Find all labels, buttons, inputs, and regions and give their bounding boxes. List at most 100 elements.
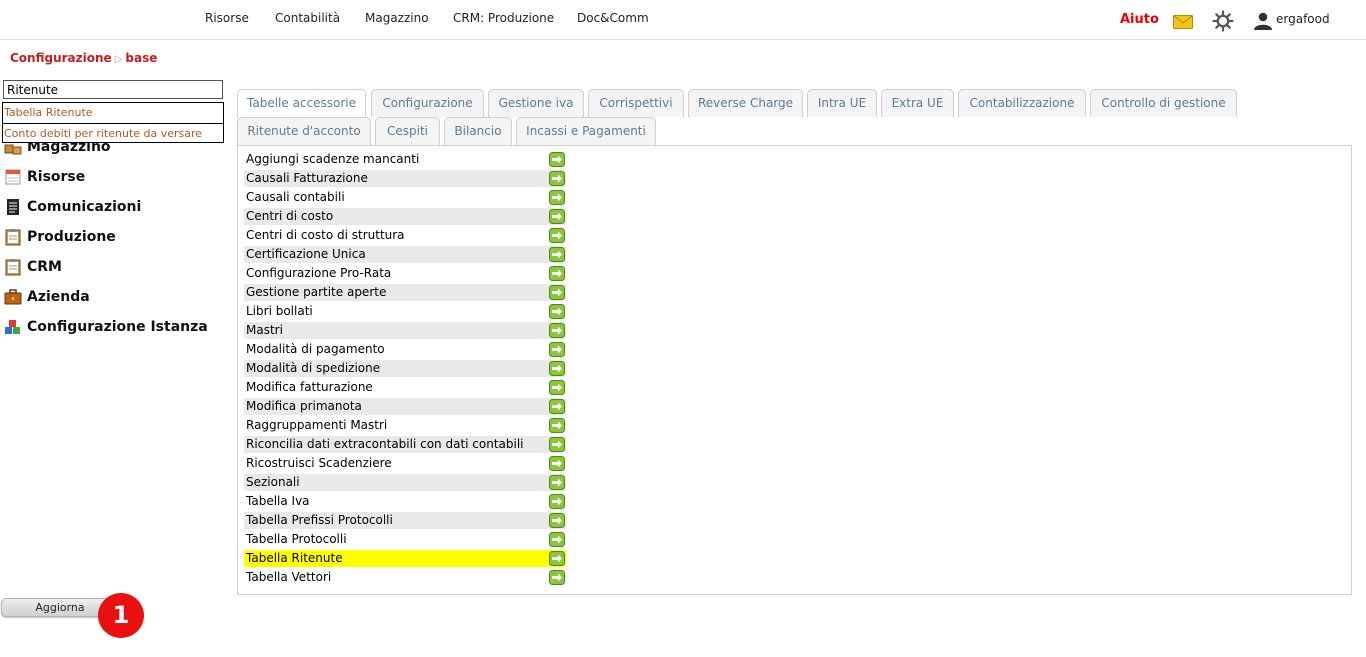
sidebar-item-configurazione-istanza[interactable]: Configurazione Istanza [4,316,208,338]
go-arrow-icon[interactable] [549,323,565,338]
nav-crm-produzione[interactable]: CRM: Produzione [453,11,554,25]
row-label[interactable]: Centri di costo [246,209,333,223]
go-arrow-icon[interactable] [549,475,565,490]
row-label[interactable]: Tabella Ritenute [246,551,343,565]
sidebar-item-label: Configurazione Istanza [27,319,208,335]
table-row: Modalità di spedizione [244,360,566,377]
tab-corrispettivi[interactable]: Corrispettivi [588,89,684,117]
breadcrumb-separator: ▷ [114,54,123,65]
table-row: Modifica primanota [244,398,566,415]
table-row-highlighted: Tabella Ritenute [244,550,566,567]
clipboard-icon [5,259,21,276]
nav-magazzino[interactable]: Magazzino [365,11,429,25]
tab-configurazione[interactable]: Configurazione [371,89,484,117]
table-row: Tabella Iva [244,493,566,510]
go-arrow-icon[interactable] [549,190,565,205]
row-label[interactable]: Certificazione Unica [246,247,366,261]
go-arrow-icon[interactable] [549,399,565,414]
table-row: Modalità di pagamento [244,341,566,358]
tab-bilancio[interactable]: Bilancio [444,117,512,145]
go-arrow-icon[interactable] [549,228,565,243]
go-arrow-icon[interactable] [549,570,565,585]
row-label[interactable]: Mastri [246,323,283,337]
go-arrow-icon[interactable] [549,532,565,547]
mail-icon[interactable] [1173,15,1193,29]
table-row: Causali contabili [244,189,566,206]
document-icon [7,199,19,215]
go-arrow-icon[interactable] [549,209,565,224]
row-label[interactable]: Modalità di spedizione [246,361,380,375]
tab-extra-ue[interactable]: Extra UE [881,89,954,117]
go-arrow-icon[interactable] [549,513,565,528]
row-label[interactable]: Causali Fatturazione [246,171,368,185]
breadcrumb-base[interactable]: base [125,51,157,65]
table-row: Gestione partite aperte [244,284,566,301]
sidebar-item-crm[interactable]: CRM [4,256,62,278]
row-label[interactable]: Riconcilia dati extracontabili con dati … [246,437,524,451]
help-link[interactable]: Aiuto [1120,12,1159,27]
row-label[interactable]: Configurazione Pro-Rata [246,266,391,280]
go-arrow-icon[interactable] [549,494,565,509]
row-label[interactable]: Centri di costo di struttura [246,228,405,242]
tab-tabelle-accessorie[interactable]: Tabelle accessorie [237,89,366,118]
go-arrow-icon[interactable] [549,152,565,167]
tab-reverse-charge[interactable]: Reverse Charge [688,89,803,117]
sidebar-item-label: Comunicazioni [27,199,142,215]
row-label[interactable]: Tabella Protocolli [246,532,347,546]
sidebar-item-comunicazioni[interactable]: Comunicazioni [4,196,141,218]
go-arrow-icon[interactable] [549,342,565,357]
go-arrow-icon[interactable] [549,551,565,566]
nav-doc-comm[interactable]: Doc&Comm [577,11,649,25]
row-label[interactable]: Modalità di pagamento [246,342,385,356]
table-row: Certificazione Unica [244,246,566,263]
tab-gestione-iva[interactable]: Gestione iva [488,89,584,117]
sidebar-item-label: Azienda [27,289,90,305]
table-row: Sezionali [244,474,566,491]
search-input[interactable] [3,80,223,99]
table-row: Raggruppamenti Mastri [244,417,566,434]
row-label[interactable]: Libri bollati [246,304,313,318]
gear-icon[interactable] [1212,10,1234,32]
row-label[interactable]: Tabella Prefissi Protocolli [246,513,393,527]
row-label[interactable]: Ricostruisci Scadenziere [246,456,392,470]
tab-intra-ue[interactable]: Intra UE [807,89,877,117]
table-row: Mastri [244,322,566,339]
row-label[interactable]: Causali contabili [246,190,345,204]
nav-contabilita[interactable]: Contabilità [275,11,340,25]
table-row: Causali Fatturazione [244,170,566,187]
row-label[interactable]: Tabella Vettori [246,570,331,584]
sidebar-item-azienda[interactable]: Azienda [4,286,90,308]
row-label[interactable]: Raggruppamenti Mastri [246,418,387,432]
user-icon [1254,12,1272,30]
tab-controllo-di-gestione[interactable]: Controllo di gestione [1090,89,1237,117]
go-arrow-icon[interactable] [549,304,565,319]
go-arrow-icon[interactable] [549,171,565,186]
go-arrow-icon[interactable] [549,456,565,471]
row-label[interactable]: Tabella Iva [246,494,310,508]
row-label[interactable]: Gestione partite aperte [246,285,386,299]
breadcrumb-configurazione[interactable]: Configurazione [10,51,112,65]
sidebar-item-produzione[interactable]: Produzione [4,226,116,248]
blocks-icon [5,320,20,334]
go-arrow-icon[interactable] [549,285,565,300]
row-label[interactable]: Modifica fatturazione [246,380,373,394]
go-arrow-icon[interactable] [549,418,565,433]
tab-ritenute-d-acconto[interactable]: Ritenute d'acconto [237,117,371,145]
suggestion-item[interactable]: Conto debiti per ritenute da versare [3,123,223,143]
suggestion-item[interactable]: Tabella Ritenute [3,103,223,123]
go-arrow-icon[interactable] [549,247,565,262]
go-arrow-icon[interactable] [549,361,565,376]
go-arrow-icon[interactable] [549,437,565,452]
tab-incassi-e-pagamenti[interactable]: Incassi e Pagamenti [516,117,656,145]
nav-risorse[interactable]: Risorse [205,11,249,25]
row-label[interactable]: Modifica primanota [246,399,362,413]
row-label[interactable]: Aggiungi scadenze mancanti [246,152,419,166]
sidebar-item-risorse[interactable]: Risorse [4,166,85,188]
row-label[interactable]: Sezionali [246,475,300,489]
go-arrow-icon[interactable] [549,380,565,395]
tab-contabilizzazione[interactable]: Contabilizzazione [958,89,1086,117]
user-name[interactable]: ergafood [1276,12,1330,26]
tab-cespiti[interactable]: Cespiti [375,117,440,145]
go-arrow-icon[interactable] [549,266,565,281]
table-row: Configurazione Pro-Rata [244,265,566,282]
